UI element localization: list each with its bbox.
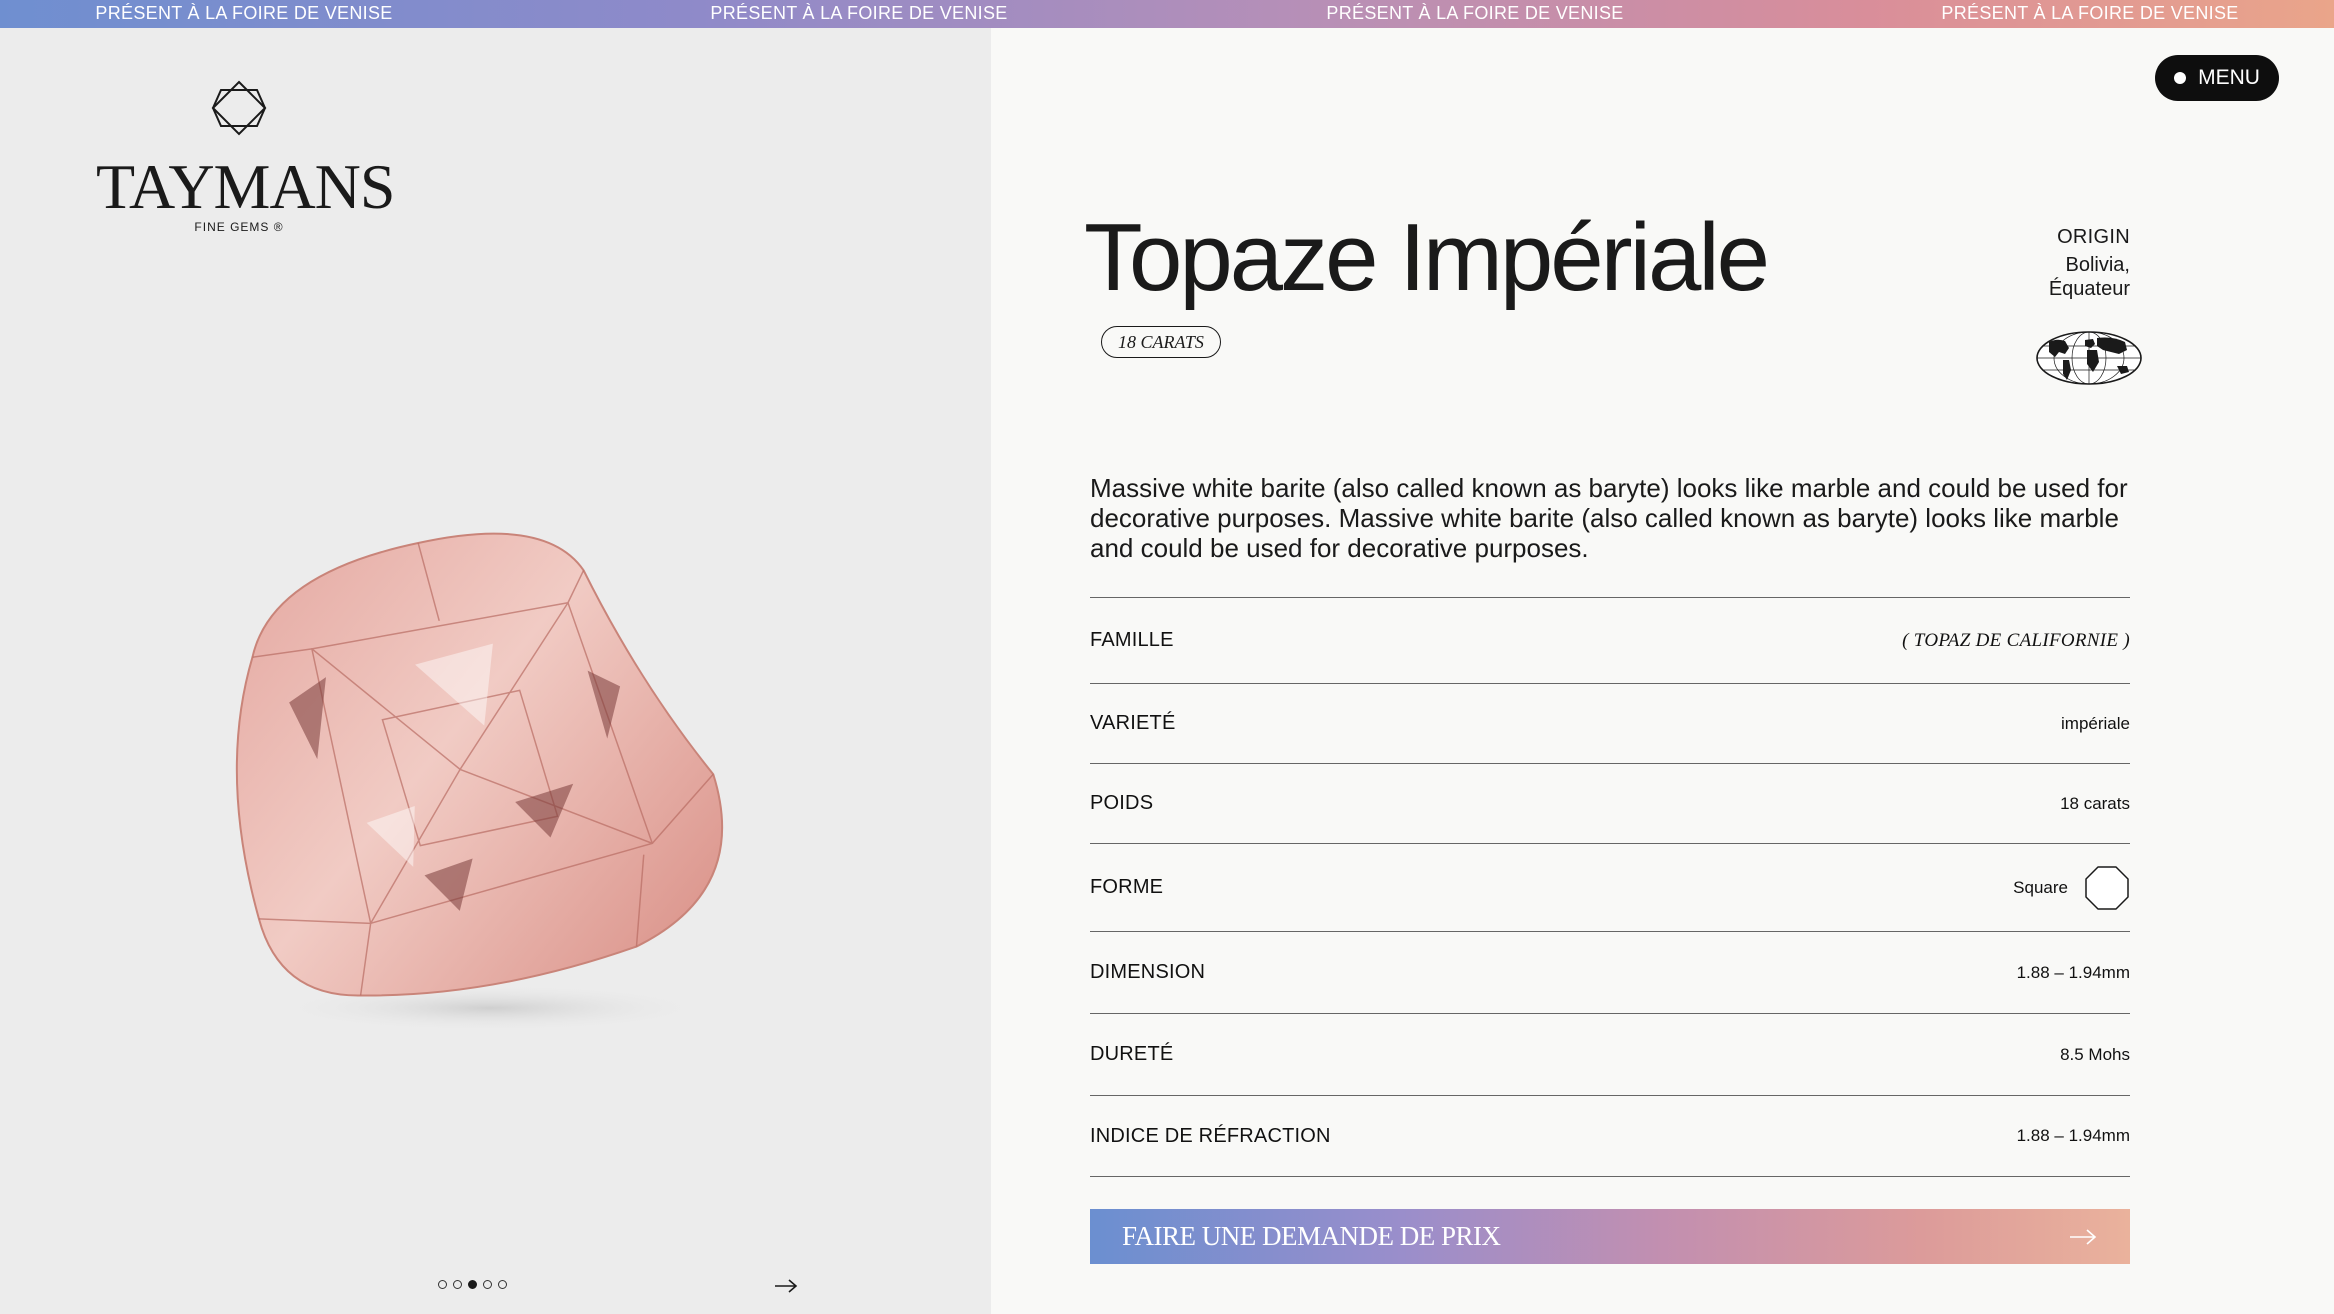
spec-row-variete: VARIETÉ impériale	[1090, 684, 2130, 764]
gemstone-image	[235, 532, 724, 1028]
spec-value: 1.88 – 1.94mm	[2016, 1126, 2130, 1145]
spec-label: INDICE DE RÉFRACTION	[1090, 1124, 1331, 1147]
shape-name: Square	[2013, 877, 2068, 897]
spec-value: 8.5 Mohs	[2060, 1044, 2130, 1064]
arrow-right-icon	[2070, 1228, 2097, 1245]
origin-country: Bolivia,	[2065, 254, 2130, 276]
spec-label: FAMILLE	[1090, 629, 1174, 651]
pagination-dot[interactable]	[438, 1280, 447, 1289]
spec-value-group: Square	[2013, 865, 2130, 911]
product-title: Topaze Impériale	[1084, 204, 1770, 311]
spec-row-famille: FAMILLE ( TOPAZ DE CALIFORNIE )	[1090, 598, 2130, 684]
spec-row-poids: POIDS 18 carats	[1090, 764, 2130, 844]
specs-table: FAMILLE ( TOPAZ DE CALIFORNIE ) VARIETÉ …	[1090, 597, 2130, 1177]
menu-button[interactable]: MENU	[2155, 55, 2279, 101]
spec-row-forme: FORME Square	[1090, 844, 2130, 932]
spec-label: DURETÉ	[1090, 1043, 1174, 1065]
banner-text: PRÉSENT À LA FOIRE DE VENISE	[710, 3, 1008, 23]
spec-row-dimension: DIMENSION 1.88 – 1.94mm	[1090, 932, 2130, 1014]
carats-badge: 18 CARATS	[1101, 326, 1221, 358]
cta-label: FAIRE UNE DEMANDE DE PRIX	[1122, 1221, 1501, 1251]
banner-text: PRÉSENT À LA FOIRE DE VENISE	[1326, 3, 1624, 23]
logo-mark-icon	[211, 80, 267, 136]
spec-value: impériale	[2061, 713, 2130, 733]
octagon-shape-icon	[2085, 865, 2129, 910]
spec-row-durete: DURETÉ 8.5 Mohs	[1090, 1014, 2130, 1096]
spec-label: DIMENSION	[1090, 961, 1206, 983]
globe-icon	[2036, 331, 2142, 385]
menu-label: MENU	[2198, 66, 2260, 89]
price-request-button[interactable]: FAIRE UNE DEMANDE DE PRIX	[1090, 1209, 2130, 1264]
spec-value: ( TOPAZ DE CALIFORNIE )	[1902, 629, 2130, 651]
spec-label: VARIETÉ	[1090, 712, 1176, 734]
gallery-panel: TAYMANS FINE GEMS ®	[0, 28, 991, 1314]
gallery-pagination	[438, 1280, 507, 1289]
spec-label: POIDS	[1090, 792, 1154, 814]
banner-text: PRÉSENT À LA FOIRE DE VENISE	[95, 3, 393, 23]
product-description: Massive white barite (also called known …	[1090, 473, 2128, 563]
brand-tagline: FINE GEMS ®	[194, 220, 284, 234]
spec-value: 1.88 – 1.94mm	[2016, 962, 2130, 982]
origin-block: ORIGIN Bolivia, Équateur	[2049, 226, 2130, 301]
pagination-dot[interactable]	[483, 1280, 492, 1289]
brand-logo[interactable]: TAYMANS FINE GEMS ®	[96, 80, 395, 240]
brand-name: TAYMANS	[96, 151, 395, 222]
spec-row-indice: INDICE DE RÉFRACTION 1.88 – 1.94mm	[1090, 1096, 2130, 1177]
announcement-banner: PRÉSENT À LA FOIRE DE VENISE PRÉSENT À L…	[0, 0, 2334, 28]
pagination-dot-active[interactable]	[468, 1280, 477, 1289]
pagination-dot[interactable]	[498, 1280, 507, 1289]
origin-country: Équateur	[2048, 278, 2130, 300]
arrow-right-icon[interactable]	[773, 1278, 799, 1294]
menu-dot-icon	[2174, 72, 2187, 84]
spec-value: 18 carats	[2060, 793, 2130, 813]
banner-text: PRÉSENT À LA FOIRE DE VENISE	[1941, 3, 2239, 23]
spec-label: FORME	[1090, 876, 1164, 898]
origin-label: ORIGIN	[2057, 226, 2130, 248]
pagination-dot[interactable]	[453, 1280, 462, 1289]
